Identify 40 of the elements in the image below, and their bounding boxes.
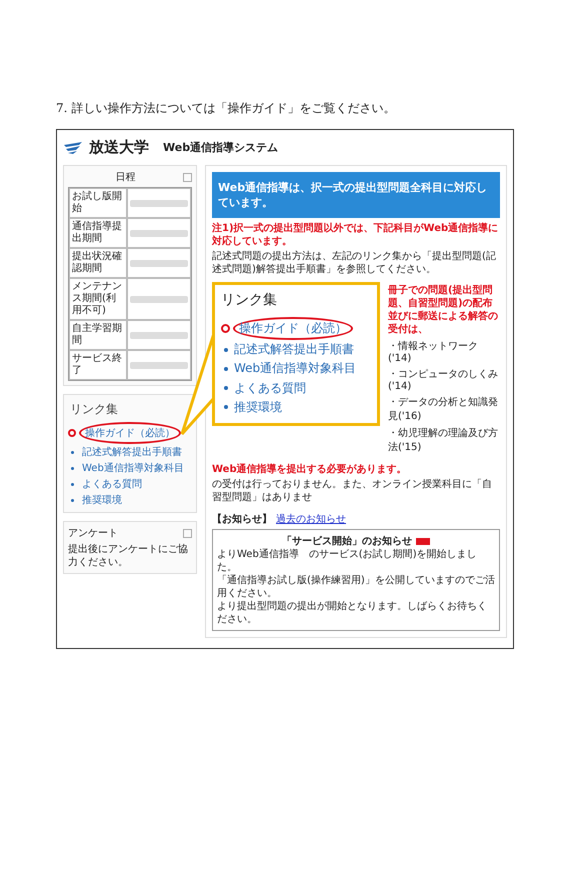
notice-text: より提出型問題の提出が開始となります。しばらくお待ちください。 [217, 600, 488, 626]
table-cell: 自主学習期間 [69, 320, 127, 350]
link[interactable]: 記述式解答提出手順書 [80, 444, 184, 460]
note-text: Web通信指導を提出する必要があります。 [212, 463, 408, 476]
instruction-text: 7. 詳しい操作方法については「操作ガイド」をご覧ください。 [56, 100, 396, 117]
link[interactable]: よくある質問 [80, 476, 144, 492]
subject-text: ・幼児理解の理論及び方法('15) [388, 426, 499, 454]
note-text: 冊子での問題(提出型問題、自習型問題)の配布並びに郵送による解答の受付は、 [388, 284, 499, 336]
panel-title: リンク集 [70, 401, 119, 418]
subject-text: ・データの分析と知識発見('16) [388, 396, 499, 423]
system-title: Web通信指導システム [163, 140, 278, 155]
table-cell: 通信指導提出期間 [69, 218, 127, 248]
notice-banner: Web通信指導は、択一式の提出型問題全科目に対応しています。 [212, 172, 500, 218]
link[interactable]: 推奨環境 [234, 398, 282, 417]
subject-text: ・情報ネットワーク('14) [388, 340, 479, 364]
table-cell: メンテナンス期間(利用不可) [69, 278, 127, 320]
logo-text: 放送大学 [89, 138, 149, 157]
note-text: 記述式問題の提出方法は、左記のリンク集から「提出型問題(記述式問題)解答提出手順書」を参照してください。 [212, 250, 497, 276]
notice-text: 「通信指導お試し版(操作練習用)」を公開していますのでご活用ください。 [217, 574, 495, 600]
note-text: の受付は行っておりません。また、オンライン授業科目に「自習型問題」はありませ [212, 478, 493, 504]
table-cell: お試し版開始 [69, 188, 127, 218]
note-text: 注1)択一式の提出型問題以外では、下記科目がWeb通信指導に対応しています。 [212, 222, 500, 248]
survey-text: 提出後にアンケートにご協力ください。 [68, 543, 189, 569]
link[interactable]: よくある質問 [234, 378, 306, 398]
link[interactable]: Web通信指導対象科目 [80, 460, 186, 476]
table-cell: 提出状況確認期間 [69, 248, 127, 278]
table-cell: サービス終了 [69, 350, 127, 380]
notice-title: 「サービス開始」のお知らせ [282, 534, 412, 548]
link[interactable]: Web通信指導対象科目 [234, 359, 356, 379]
past-notices-link[interactable]: 過去のお知らせ [276, 512, 346, 526]
link[interactable]: 操作ガイド（必読） [233, 317, 353, 340]
callout-title: リンク集 [221, 291, 278, 309]
link[interactable]: 推奨環境 [80, 492, 124, 508]
notice-label: 【お知らせ】 [212, 512, 272, 526]
panel-title: アンケート [68, 527, 119, 540]
link[interactable]: 記述式解答提出手順書 [234, 340, 354, 360]
link[interactable]: 操作ガイド（必読） [79, 422, 181, 444]
notice-text: よりWeb通信指導 のサービス(お試し期間)を開始しました。 [217, 548, 478, 574]
subject-text: ・コンピュータのしくみ('14) [388, 368, 499, 392]
panel-title: 日程 [114, 171, 136, 184]
